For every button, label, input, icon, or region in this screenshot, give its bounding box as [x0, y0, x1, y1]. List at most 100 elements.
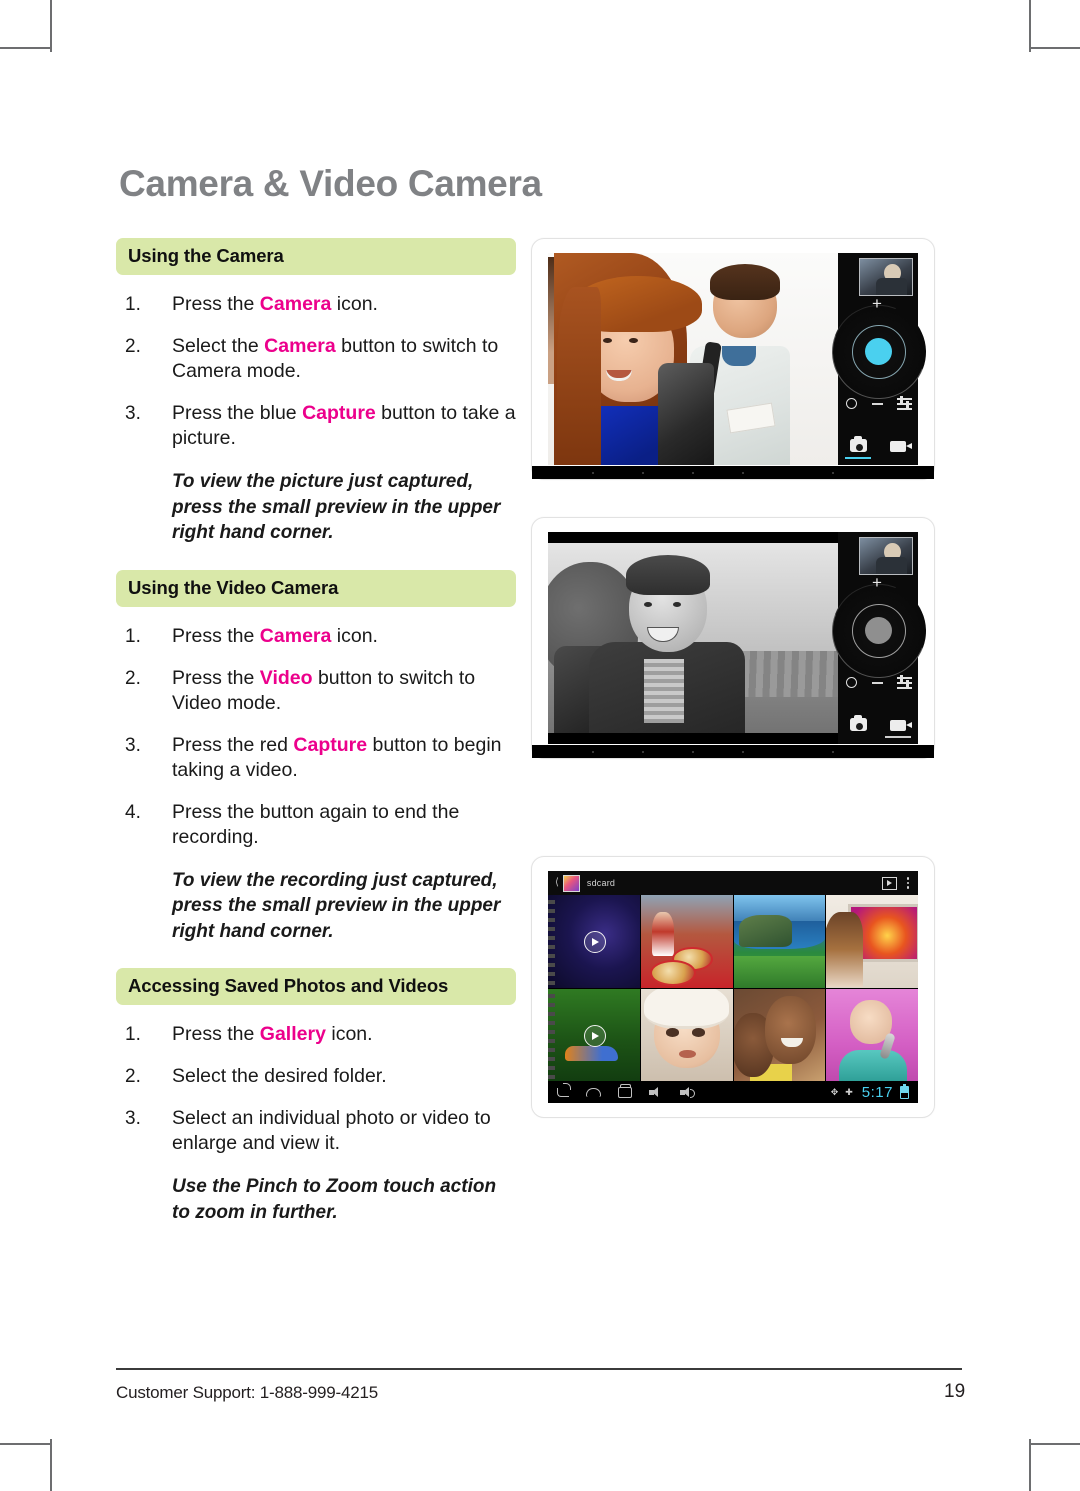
gallery-video-thumbnail[interactable] — [548, 895, 640, 988]
back-icon[interactable] — [557, 1082, 571, 1097]
settings-sliders-icon[interactable] — [897, 396, 912, 410]
step-number: 2. — [125, 667, 141, 689]
step-highlight: Gallery — [259, 1023, 326, 1045]
zoom-in-icon[interactable]: + — [872, 295, 882, 312]
camera-mode-switch — [838, 436, 918, 459]
overflow-menu-icon[interactable] — [906, 877, 909, 889]
video-mode-switch — [838, 715, 918, 738]
thumb-cliff — [739, 915, 793, 947]
footer-page-number: 19 — [944, 1381, 966, 1402]
photo-boy-hair — [710, 263, 781, 300]
video-mode-icon — [890, 441, 912, 452]
last-video-preview-thumbnail[interactable] — [859, 537, 913, 575]
video-control-panel: + — [816, 532, 942, 744]
last-photo-preview-thumbnail[interactable] — [859, 258, 913, 296]
home-icon[interactable] — [586, 1087, 601, 1097]
gallery-photo-thumbnail[interactable] — [733, 895, 826, 988]
footer-divider — [116, 1368, 962, 1370]
settings-sliders-icon[interactable] — [897, 675, 912, 689]
video-app-screen: + — [548, 532, 942, 744]
page-title: Camera & Video Camera — [119, 163, 542, 204]
step-number: 3. — [125, 403, 141, 424]
list-item: 4. Press the button again to end the rec… — [116, 800, 516, 850]
exposure-circle-icon[interactable] — [846, 677, 857, 688]
camera-mode-photo-button[interactable] — [841, 436, 875, 459]
gallery-photo-thumbnail[interactable] — [826, 988, 918, 1081]
list-item: 3. Select an individual photo or video t… — [116, 1106, 516, 1156]
viewfinder-photo-hiker — [548, 532, 838, 744]
gallery-photo-thumbnail[interactable] — [826, 895, 918, 988]
step-text-pre: Press the blue — [172, 402, 303, 424]
thumb-baby-eye-left — [666, 1028, 680, 1037]
shutter-button[interactable] — [864, 337, 892, 365]
tablet-mock-video-camera: + — [531, 517, 942, 759]
steps-list-video: 1. Press the Camera icon. 2. Press the V… — [116, 624, 516, 850]
thumb-baby-mouth — [679, 1049, 696, 1058]
step-text-pre: Press the button again to end the record… — [172, 800, 460, 848]
step-highlight: Camera — [264, 335, 336, 357]
thumb-baby-eye-right — [692, 1028, 705, 1037]
step-number: 4. — [125, 801, 141, 823]
exposure-circle-icon[interactable] — [846, 398, 857, 409]
camera-control-panel: + — [816, 253, 942, 465]
photo-girl-eye-left — [603, 337, 613, 343]
slideshow-icon[interactable] — [881, 876, 897, 890]
step-text-pre: Press the — [172, 293, 260, 315]
video-options-row — [846, 675, 912, 689]
photo-man-shirt — [643, 659, 684, 723]
recents-icon[interactable] — [618, 1083, 632, 1098]
thumb-baby-bonnet — [644, 988, 729, 1029]
shutter-control-group: + — [816, 289, 942, 415]
filmstrip-edge — [548, 895, 555, 988]
camera-mode-photo-button[interactable] — [841, 715, 875, 738]
crop-mark-bottom-left-horizontal — [0, 1443, 52, 1445]
volume-up-icon[interactable] — [680, 1086, 695, 1098]
gallery-app-screen: ⟨ sdcard ✥ ✚ 5:17 — [548, 871, 918, 1103]
sync-icon: ✚ — [845, 1086, 853, 1097]
photo-man-hair — [626, 555, 711, 596]
step-highlight: Camera — [259, 293, 332, 315]
android-navigation-bar: ✥ ✚ 5:17 — [548, 1081, 918, 1103]
crop-mark-top-right-vertical — [1029, 0, 1031, 52]
gallery-photo-thumbnail[interactable] — [640, 988, 733, 1081]
list-item: 1. Press the Camera icon. — [116, 292, 516, 317]
gallery-app-icon[interactable] — [562, 874, 580, 892]
gallery-video-thumbnail[interactable] — [548, 988, 640, 1081]
step-text-pre: Press the — [172, 666, 260, 689]
play-icon[interactable] — [583, 1024, 606, 1047]
record-button[interactable] — [864, 616, 892, 644]
step-number: 1. — [125, 294, 141, 315]
viewfinder-photo-students — [548, 253, 838, 465]
preview-thumb-body — [875, 556, 907, 574]
photo-man-eye-right — [672, 601, 681, 607]
step-highlight: Capture — [302, 402, 376, 424]
section-note-gallery: Use the Pinch to Zoom touch action to zo… — [172, 1176, 497, 1223]
gallery-app-bar: ⟨ sdcard — [548, 871, 918, 895]
list-item: 3. Press the blue Capture button to take… — [116, 401, 516, 451]
letterbox-bar-bottom — [548, 733, 838, 744]
camera-mode-video-button[interactable] — [881, 441, 915, 459]
photo-backpack — [658, 363, 715, 465]
step-number: 3. — [125, 734, 141, 756]
filmstrip-edge — [548, 988, 555, 1081]
chevron-left-icon[interactable]: ⟨ — [555, 878, 559, 888]
step-number: 2. — [125, 1066, 141, 1087]
gallery-photo-thumbnail[interactable] — [733, 988, 826, 1081]
crop-mark-bottom-left-vertical — [50, 1439, 52, 1491]
camera-mode-video-button[interactable] — [881, 720, 915, 738]
status-clock: 5:17 — [861, 1083, 893, 1101]
camera-app-screen: + — [548, 253, 942, 465]
crop-mark-bottom-right-vertical — [1029, 1439, 1031, 1491]
screenshots-column: + + ⟨ sdcard ✥ ✚ 5:17 — [531, 238, 942, 1118]
play-icon[interactable] — [583, 931, 606, 954]
gallery-photo-thumbnail[interactable] — [640, 895, 733, 988]
zoom-in-icon[interactable]: + — [872, 574, 882, 591]
crop-mark-top-left-horizontal — [0, 47, 52, 49]
photo-man-eye-left — [643, 601, 652, 607]
section-note-camera: To view the picture just captured, press… — [172, 471, 501, 543]
zoom-out-icon[interactable] — [871, 681, 883, 684]
volume-down-icon[interactable] — [649, 1086, 663, 1098]
gallery-thumbnail-grid — [548, 895, 918, 1081]
section-header-accessing-saved-photos-and-videos: Accessing Saved Photos and Videos — [116, 968, 516, 1005]
zoom-out-icon[interactable] — [871, 402, 883, 405]
